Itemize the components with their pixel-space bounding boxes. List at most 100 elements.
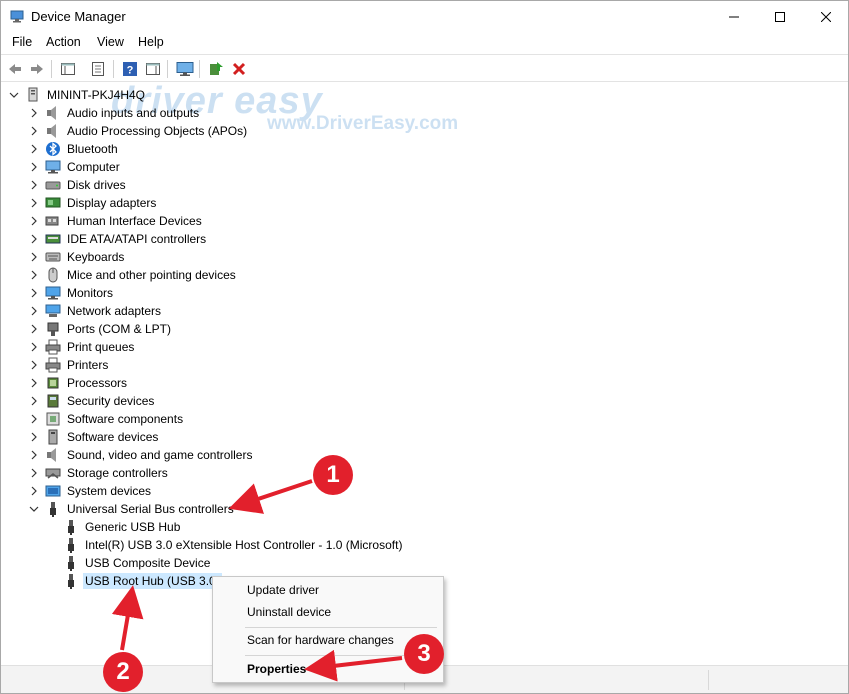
software-component-icon (46, 412, 60, 426)
chevron-right-icon[interactable] (29, 180, 39, 190)
chevron-right-icon[interactable] (29, 342, 39, 352)
properties-toolbar-button[interactable] (88, 59, 108, 79)
tree-category-universal-serial-bus-controllers[interactable]: Universal Serial Bus controllers (29, 500, 236, 518)
tree-category-keyboards[interactable]: Keyboards (29, 248, 126, 266)
chevron-right-icon[interactable] (29, 252, 39, 262)
chevron-right-icon[interactable] (29, 306, 39, 316)
action-pane-button[interactable] (143, 59, 163, 79)
close-icon (821, 11, 831, 22)
disk-drive-icon (45, 181, 61, 190)
ctx-uninstall-device[interactable]: Uninstall device (213, 601, 443, 623)
tree-category-network-adapters[interactable]: Network adapters (29, 302, 163, 320)
window-title: Device Manager (31, 9, 126, 24)
chevron-right-icon[interactable] (29, 360, 39, 370)
tree-category-computer[interactable]: Computer (29, 158, 122, 176)
scan-hardware-button[interactable] (175, 59, 195, 79)
tree-category-disk-drives[interactable]: Disk drives (29, 176, 128, 194)
show-hide-tree-button[interactable] (58, 59, 78, 79)
chevron-right-icon[interactable] (29, 270, 39, 280)
tree-category-audio-processing-objects-apos[interactable]: Audio Processing Objects (APOs) (29, 122, 249, 140)
tree-category-storage-controllers[interactable]: Storage controllers (29, 464, 170, 482)
chevron-down-icon[interactable] (29, 504, 39, 514)
uninstall-toolbar-button[interactable] (229, 59, 249, 79)
system-device-icon (45, 485, 61, 497)
tree-category-security-devices[interactable]: Security devices (29, 392, 156, 410)
tree-category-label: Ports (COM & LPT) (67, 322, 172, 336)
chevron-right-icon[interactable] (29, 432, 39, 442)
chevron-right-icon[interactable] (29, 378, 39, 388)
tree-category-print-queues[interactable]: Print queues (29, 338, 136, 356)
chevron-right-icon[interactable] (29, 108, 39, 118)
close-button[interactable] (803, 1, 849, 32)
tree-category-software-devices[interactable]: Software devices (29, 428, 160, 446)
chevron-right-icon[interactable] (29, 450, 39, 460)
software-device-icon (48, 429, 58, 445)
usb-icon (68, 574, 74, 589)
help-toolbar-button[interactable]: ? (120, 59, 140, 79)
maximize-icon (775, 11, 785, 22)
tree-category-human-interface-devices[interactable]: Human Interface Devices (29, 212, 204, 230)
tree-category-label: Display adapters (67, 196, 157, 210)
tree-category-label: Mice and other pointing devices (67, 268, 236, 282)
chevron-right-icon[interactable] (29, 216, 39, 226)
tree-category-monitors[interactable]: Monitors (29, 284, 115, 302)
tree-category-mice-and-other-pointing-devices[interactable]: Mice and other pointing devices (29, 266, 238, 284)
port-icon (47, 322, 59, 336)
chevron-right-icon[interactable] (29, 198, 39, 208)
tree-category-label: Print queues (67, 340, 135, 354)
tree-category-label: Human Interface Devices (67, 214, 202, 228)
toolbar-separator (167, 60, 168, 78)
tree-category-sound-video-and-game-controllers[interactable]: Sound, video and game controllers (29, 446, 254, 464)
tree-root[interactable]: MININT-PKJ4H4Q (9, 86, 147, 104)
menu-file[interactable]: File (12, 35, 32, 49)
menu-action[interactable]: Action (46, 35, 81, 49)
chevron-right-icon[interactable] (29, 468, 39, 478)
tree-category-processors[interactable]: Processors (29, 374, 129, 392)
chevron-right-icon[interactable] (29, 324, 39, 334)
tree-category-label: Software components (67, 412, 184, 426)
toolbar-separator (51, 60, 52, 78)
tree-category-label: Sound, video and game controllers (67, 448, 253, 462)
usb-device-item[interactable]: Intel(R) USB 3.0 eXtensible Host Control… (63, 536, 404, 554)
tree-category-ports-com-lpt[interactable]: Ports (COM & LPT) (29, 320, 173, 338)
chevron-down-icon[interactable] (9, 90, 19, 100)
menu-help[interactable]: Help (138, 35, 164, 49)
chevron-right-icon[interactable] (29, 162, 39, 172)
tree-category-label: Storage controllers (67, 466, 168, 480)
tree-category-system-devices[interactable]: System devices (29, 482, 153, 500)
chevron-right-icon[interactable] (29, 234, 39, 244)
chevron-right-icon[interactable] (29, 486, 39, 496)
tree-category-label: Network adapters (67, 304, 162, 318)
tree-category-printers[interactable]: Printers (29, 356, 110, 374)
minimize-icon (729, 16, 739, 17)
usb-device-label: Intel(R) USB 3.0 eXtensible Host Control… (85, 538, 403, 552)
chevron-right-icon[interactable] (29, 396, 39, 406)
speaker-icon (47, 448, 56, 462)
usb-device-item[interactable]: USB Root Hub (USB 3.0) (63, 572, 222, 590)
maximize-button[interactable] (757, 1, 803, 32)
chevron-right-icon[interactable] (29, 288, 39, 298)
show-hide-console-tree-icon (61, 63, 75, 75)
usb-device-item[interactable]: USB Composite Device (63, 554, 212, 572)
toolbar: ? (1, 54, 848, 82)
computer-icon (28, 87, 38, 102)
forward-button[interactable] (27, 59, 47, 79)
step-badge-1: 1 (313, 455, 353, 495)
chevron-right-icon[interactable] (29, 414, 39, 424)
usb-device-item[interactable]: Generic USB Hub (63, 518, 182, 536)
tree-category-audio-inputs-and-outputs[interactable]: Audio inputs and outputs (29, 104, 201, 122)
tree-category-label: Universal Serial Bus controllers (67, 502, 234, 516)
chevron-right-icon[interactable] (29, 144, 39, 154)
title-bar[interactable]: Device Manager (1, 1, 848, 32)
update-driver-toolbar-button[interactable] (206, 59, 226, 79)
chevron-right-icon[interactable] (29, 126, 39, 136)
tree-category-bluetooth[interactable]: Bluetooth (29, 140, 120, 158)
tree-category-ide-ata-atapi-controllers[interactable]: IDE ATA/ATAPI controllers (29, 230, 208, 248)
ctx-update-driver[interactable]: Update driver (213, 579, 443, 601)
tree-category-label: Disk drives (67, 178, 126, 192)
tree-category-software-components[interactable]: Software components (29, 410, 185, 428)
menu-view[interactable]: View (97, 35, 124, 49)
tree-category-display-adapters[interactable]: Display adapters (29, 194, 158, 212)
back-button[interactable] (5, 59, 25, 79)
minimize-button[interactable] (711, 1, 757, 32)
